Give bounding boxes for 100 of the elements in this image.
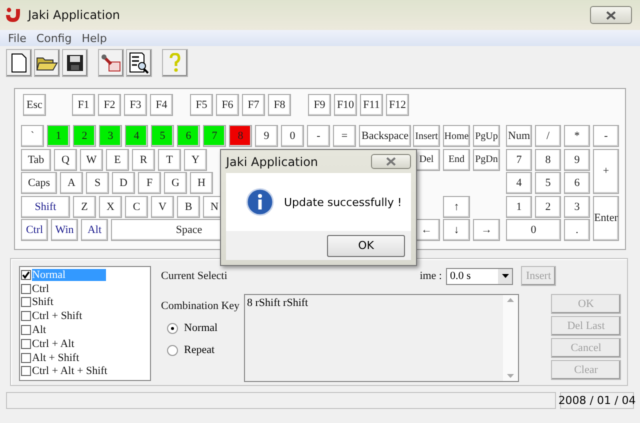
keyboard-key[interactable]: E [106,148,129,170]
keyboard-key[interactable]: F11 [360,94,383,116]
keyboard-key[interactable]: S [86,172,109,194]
keyboard-key[interactable]: X [99,196,122,218]
edit-tool-button[interactable] [98,49,124,77]
keyboard-key[interactable]: F4 [150,94,173,116]
list-item[interactable]: Shift [32,296,54,308]
radio-button[interactable] [167,344,178,356]
keyboard-key[interactable]: 0 [281,125,304,147]
checkbox[interactable] [21,325,31,336]
keyboard-key[interactable]: V [151,196,174,218]
keyboard-key[interactable]: R [132,148,155,170]
help-button[interactable] [162,49,188,77]
close-button[interactable] [590,6,632,24]
keyboard-key[interactable]: Z [73,196,96,218]
keyboard-key[interactable]: F9 [308,94,331,116]
keyboard-key[interactable]: Tab [21,148,51,170]
keyboard-key[interactable]: . [564,219,590,241]
arrow-key[interactable]: ↓ [443,219,470,241]
menu-item[interactable]: Help [82,32,107,44]
list-item[interactable]: Ctrl + Alt [32,338,74,350]
keyboard-key[interactable]: ` [21,125,44,147]
scroll-bar[interactable] [503,295,518,381]
keyboard-key[interactable]: / [535,125,561,147]
time-dropdown[interactable]: 0.0 s [446,268,513,284]
checkbox[interactable] [21,366,31,376]
keyboard-key[interactable]: Y [184,148,207,170]
keyboard-key[interactable]: F6 [216,94,239,116]
new-file-button[interactable] [6,49,32,77]
keyboard-key[interactable]: D [112,172,135,194]
ok-button[interactable]: OK [327,234,405,256]
checkbox[interactable] [21,270,31,280]
arrow-key[interactable]: ↑ [443,196,470,218]
keyboard-key[interactable]: F7 [242,94,265,116]
keyboard-key[interactable]: T [158,148,181,170]
keyboard-key[interactable]: Q [54,148,77,170]
keyboard-key[interactable]: F8 [268,94,291,116]
menu-item[interactable]: Config [36,32,72,44]
keyboard-key[interactable]: 3 [564,196,590,218]
keyboard-key[interactable]: Shift [21,196,70,218]
keyboard-key[interactable]: 5 [535,172,561,194]
checkbox[interactable] [21,297,31,308]
save-button[interactable] [62,49,88,77]
scan-button[interactable] [126,49,152,77]
keyboard-key[interactable]: F [138,172,161,194]
open-button[interactable] [34,49,60,77]
keyboard-key[interactable]: 8 [229,125,252,147]
checkbox[interactable] [21,284,31,294]
list-item[interactable]: Ctrl + Alt + Shift [32,365,108,378]
keyboard-key[interactable]: F3 [124,94,147,116]
keyboard-key[interactable]: PgUp [473,125,500,147]
keyboard-key[interactable]: Win [51,219,78,241]
keyboard-key[interactable]: 2 [73,125,96,147]
arrow-key[interactable]: → [473,219,500,241]
menu-item[interactable]: File [8,32,26,44]
keyboard-key[interactable]: 9 [564,148,590,170]
keyboard-key[interactable]: 7 [203,125,226,147]
close-button[interactable] [371,154,411,169]
keyboard-key[interactable]: 1 [506,196,532,218]
keyboard-key[interactable]: * [564,125,590,147]
keyboard-key[interactable]: F10 [334,94,357,116]
keyboard-key[interactable]: G [164,172,187,194]
keyboard-key[interactable]: B [177,196,200,218]
keyboard-key[interactable]: H [190,172,213,194]
checkbox[interactable] [21,338,31,349]
radio-button[interactable] [167,322,178,334]
keyboard-key[interactable]: Esc [23,94,46,116]
checkbox[interactable] [21,352,31,363]
keyboard-key[interactable]: Alt [81,219,108,241]
keyboard-key[interactable]: 5 [151,125,174,147]
list-item[interactable]: Alt + Shift [32,352,80,364]
keyboard-key[interactable]: F5 [190,94,213,116]
keyboard-key[interactable]: 9 [255,125,278,147]
keyboard-key[interactable]: 2 [535,196,561,218]
keyboard-key[interactable]: - [593,125,619,147]
keyboard-key[interactable]: F12 [386,94,409,116]
keyboard-key[interactable]: 1 [47,125,70,147]
keyboard-key[interactable]: A [60,172,83,194]
keyboard-key[interactable]: 4 [506,172,532,194]
keyboard-key[interactable]: 8 [535,148,561,170]
list-item[interactable]: Ctrl + Shift [32,310,82,322]
keyboard-key[interactable]: 0 [506,219,561,241]
keyboard-key[interactable]: Insert [413,125,440,147]
list-item[interactable]: Alt [32,324,46,336]
keyboard-key[interactable]: F2 [98,94,121,116]
keyboard-key[interactable]: 6 [564,172,590,194]
keyboard-key[interactable]: Backspace [359,125,411,147]
combination-field[interactable]: 8 rShift rShift [244,294,519,382]
checkbox[interactable] [21,311,31,322]
keyboard-key[interactable]: Enter [593,196,619,241]
keyboard-key[interactable]: - [307,125,330,147]
list-item[interactable]: Ctrl [32,282,50,295]
keyboard-key[interactable]: + [593,148,619,194]
keyboard-key[interactable]: Ctrl [21,219,48,241]
keyboard-key[interactable]: 3 [99,125,122,147]
keyboard-key[interactable]: 7 [506,148,532,170]
keyboard-key[interactable]: Home [443,125,470,147]
keyboard-key[interactable]: F1 [72,94,95,116]
keyboard-key[interactable]: Caps [21,172,57,194]
keyboard-key[interactable]: C [125,196,148,218]
